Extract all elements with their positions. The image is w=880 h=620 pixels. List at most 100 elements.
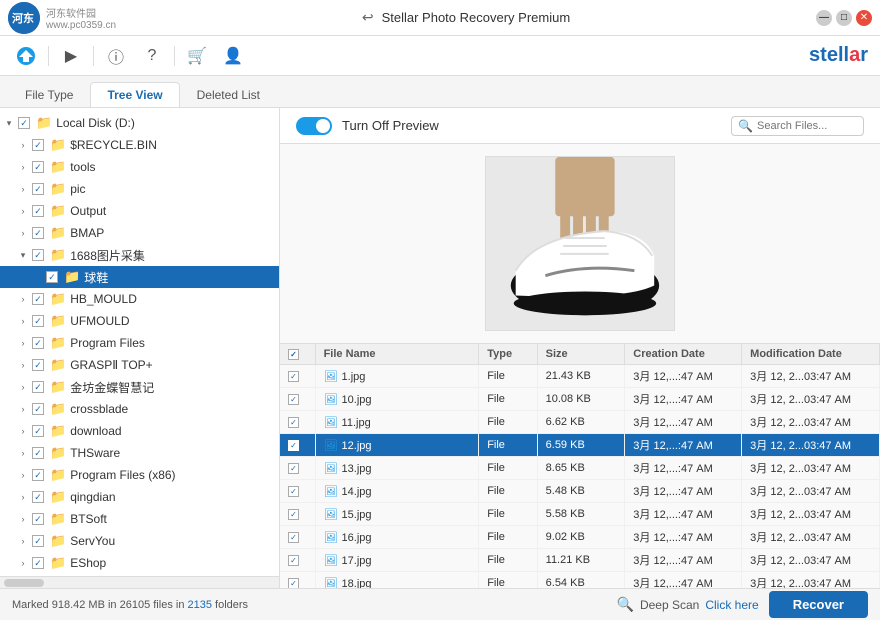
tree-item-eshop[interactable]: ›📁EShop xyxy=(0,552,279,574)
table-row[interactable]: 🖼12.jpgFile6.59 KB3月 12,...:47 AM3月 12, … xyxy=(280,434,880,457)
tree-toggle-icon[interactable]: › xyxy=(16,206,30,216)
file-checkbox[interactable] xyxy=(288,394,299,405)
tree-checkbox[interactable] xyxy=(46,271,58,283)
tree-item-ballshoe[interactable]: 📁球鞋 xyxy=(0,266,279,288)
col-header-creation-date[interactable]: Creation Date xyxy=(625,344,742,365)
tree-checkbox[interactable] xyxy=(32,205,44,217)
tree-toggle-icon[interactable]: › xyxy=(16,470,30,480)
file-checkbox[interactable] xyxy=(288,578,299,588)
tree-checkbox[interactable] xyxy=(32,315,44,327)
tree-toggle-icon[interactable]: › xyxy=(16,360,30,370)
search-input[interactable] xyxy=(757,120,857,132)
tree-item-recycle[interactable]: ›📁$RECYCLE.BIN xyxy=(0,134,279,156)
tree-checkbox[interactable] xyxy=(32,359,44,371)
select-all-checkbox[interactable] xyxy=(288,349,299,360)
file-list[interactable]: File Name Type Size Creation Date Modifi… xyxy=(280,344,880,588)
hscroll-thumb[interactable] xyxy=(4,579,44,587)
tree-checkbox[interactable] xyxy=(32,293,44,305)
tree-checkbox[interactable] xyxy=(32,403,44,415)
tree-toggle-icon[interactable]: › xyxy=(16,448,30,458)
tree-item-gold[interactable]: ›📁金坊金蝶智慧记 xyxy=(0,376,279,398)
tab-tree-view[interactable]: Tree View xyxy=(90,82,179,107)
tree-checkbox[interactable] xyxy=(32,469,44,481)
tree-toggle-icon[interactable]: › xyxy=(16,536,30,546)
close-button[interactable]: ✕ xyxy=(856,10,872,26)
table-row[interactable]: 🖼13.jpgFile8.65 KB3月 12,...:47 AM3月 12, … xyxy=(280,457,880,480)
tree-item-bmap[interactable]: ›📁BMAP xyxy=(0,222,279,244)
table-row[interactable]: 🖼18.jpgFile6.54 KB3月 12,...:47 AM3月 12, … xyxy=(280,572,880,589)
tree-item-1688[interactable]: ▾📁1688图片采集 xyxy=(0,244,279,266)
tree-toggle-icon[interactable]: › xyxy=(16,294,30,304)
tree-checkbox[interactable] xyxy=(32,139,44,151)
col-header-filename[interactable]: File Name xyxy=(315,344,479,365)
folder-count-link[interactable]: 2135 xyxy=(188,599,212,611)
table-row[interactable]: 🖼11.jpgFile6.62 KB3月 12,...:47 AM3月 12, … xyxy=(280,411,880,434)
tree-toggle-icon[interactable]: › xyxy=(16,140,30,150)
tree-item-output[interactable]: ›📁Output xyxy=(0,200,279,222)
tree-item-crossblade[interactable]: ›📁crossblade xyxy=(0,398,279,420)
horizontal-scrollbar[interactable] xyxy=(0,576,279,588)
tree-item-pic[interactable]: ›📁pic xyxy=(0,178,279,200)
tree-toggle-icon[interactable]: › xyxy=(16,382,30,392)
table-row[interactable]: 🖼1.jpgFile21.43 KB3月 12,...:47 AM3月 12, … xyxy=(280,365,880,388)
tree-checkbox[interactable] xyxy=(32,183,44,195)
tree-item-qingdian[interactable]: ›📁qingdian xyxy=(0,486,279,508)
tree-checkbox[interactable] xyxy=(32,513,44,525)
help-icon[interactable]: ? xyxy=(138,42,166,70)
tree-view-container[interactable]: ▾📁Local Disk (D:)›📁$RECYCLE.BIN›📁tools›📁… xyxy=(0,108,279,576)
tree-toggle-icon[interactable]: › xyxy=(16,514,30,524)
tree-toggle-icon[interactable]: › xyxy=(16,338,30,348)
tree-checkbox[interactable] xyxy=(32,557,44,569)
tree-item-program-files[interactable]: ›📁Program Files xyxy=(0,332,279,354)
user-icon[interactable]: 👤 xyxy=(219,42,247,70)
preview-toggle[interactable] xyxy=(296,117,332,135)
tree-item-thsware[interactable]: ›📁THSware xyxy=(0,442,279,464)
maximize-button[interactable]: □ xyxy=(836,10,852,26)
back-icon[interactable]: ↩ xyxy=(362,9,374,26)
file-checkbox[interactable] xyxy=(288,371,299,382)
cart-icon[interactable]: 🛒 xyxy=(183,42,211,70)
tree-toggle-icon[interactable]: › xyxy=(16,558,30,568)
table-row[interactable]: 🖼16.jpgFile9.02 KB3月 12,...:47 AM3月 12, … xyxy=(280,526,880,549)
col-header-type[interactable]: Type xyxy=(479,344,537,365)
tree-toggle-icon[interactable]: › xyxy=(16,404,30,414)
tree-toggle-icon[interactable]: › xyxy=(16,184,30,194)
tree-toggle-icon[interactable]: ▾ xyxy=(16,250,30,261)
table-row[interactable]: 🖼14.jpgFile5.48 KB3月 12,...:47 AM3月 12, … xyxy=(280,480,880,503)
tree-checkbox[interactable] xyxy=(32,337,44,349)
tree-checkbox[interactable] xyxy=(32,161,44,173)
tree-checkbox[interactable] xyxy=(32,227,44,239)
file-checkbox[interactable] xyxy=(288,555,299,566)
tree-checkbox[interactable] xyxy=(32,249,44,261)
tree-toggle-icon[interactable]: › xyxy=(16,426,30,436)
tree-checkbox[interactable] xyxy=(32,535,44,547)
tree-toggle-icon[interactable]: › xyxy=(16,162,30,172)
tree-item-local-disk[interactable]: ▾📁Local Disk (D:) xyxy=(0,112,279,134)
tree-toggle-icon[interactable]: ▾ xyxy=(2,118,16,129)
search-box[interactable]: 🔍 xyxy=(731,116,864,136)
table-row[interactable]: 🖼17.jpgFile11.21 KB3月 12,...:47 AM3月 12,… xyxy=(280,549,880,572)
tree-item-grasp[interactable]: ›📁GRASPⅡ TOP+ xyxy=(0,354,279,376)
tree-checkbox[interactable] xyxy=(32,381,44,393)
home-icon[interactable] xyxy=(12,42,40,70)
tree-item-servyou[interactable]: ›📁ServYou xyxy=(0,530,279,552)
tree-checkbox[interactable] xyxy=(32,491,44,503)
file-checkbox[interactable] xyxy=(288,417,299,428)
deep-scan-link[interactable]: Click here xyxy=(705,598,758,612)
info-icon[interactable]: ⓘ xyxy=(102,42,130,70)
tree-item-ufmould[interactable]: ›📁UFMOULD xyxy=(0,310,279,332)
table-row[interactable]: 🖼15.jpgFile5.58 KB3月 12,...:47 AM3月 12, … xyxy=(280,503,880,526)
tree-toggle-icon[interactable]: › xyxy=(16,492,30,502)
col-header-modification-date[interactable]: Modification Date xyxy=(742,344,880,365)
tree-item-program-files-x86[interactable]: ›📁Program Files (x86) xyxy=(0,464,279,486)
col-header-size[interactable]: Size xyxy=(537,344,625,365)
file-checkbox[interactable] xyxy=(288,463,299,474)
tree-item-download[interactable]: ›📁download xyxy=(0,420,279,442)
tree-toggle-icon[interactable]: › xyxy=(16,228,30,238)
tree-item-tools[interactable]: ›📁tools xyxy=(0,156,279,178)
file-checkbox[interactable] xyxy=(288,486,299,497)
tab-file-type[interactable]: File Type xyxy=(8,82,90,107)
file-checkbox[interactable] xyxy=(288,440,299,451)
tree-item-hb-mould[interactable]: ›📁HB_MOULD xyxy=(0,288,279,310)
tree-checkbox[interactable] xyxy=(32,447,44,459)
